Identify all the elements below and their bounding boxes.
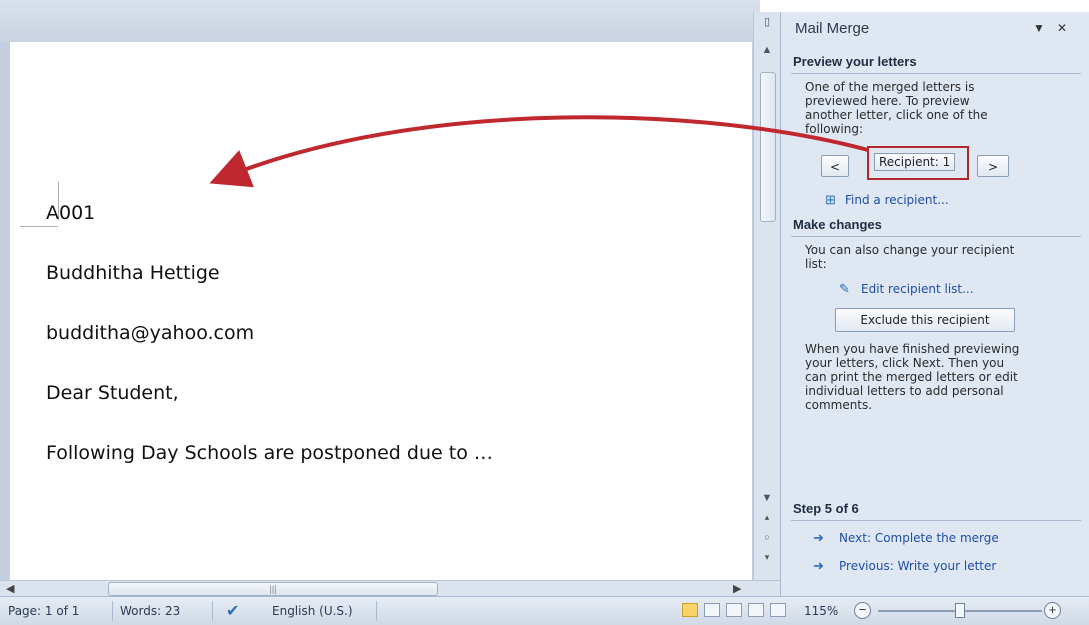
preview-text-line: One of the merged letters is — [805, 80, 975, 94]
word-count[interactable]: Words: 23 — [120, 604, 180, 618]
horizontal-scrollbar[interactable]: ◀ ||| ▶ — [0, 580, 780, 597]
changes-text-line: You can also change your recipient — [805, 243, 1015, 257]
horizontal-scroll-thumb[interactable]: ||| — [108, 582, 438, 596]
recipient-indicator: Recipient: 1 — [874, 153, 956, 171]
draft-view-icon[interactable] — [770, 603, 786, 617]
page-count[interactable]: Page: 1 of 1 — [8, 604, 79, 618]
preview-text-line: following: — [805, 122, 863, 136]
divider — [791, 236, 1081, 237]
step-heading: Step 5 of 6 — [793, 501, 859, 516]
scroll-left-icon[interactable]: ◀ — [6, 582, 14, 595]
edit-recipient-list-link[interactable]: Edit recipient list... — [861, 282, 974, 296]
note-text-line: your letters, click Next. Then you — [805, 356, 1005, 370]
divider — [112, 601, 113, 621]
document-top-margin — [0, 0, 760, 42]
zoom-out-button[interactable]: − — [854, 602, 871, 619]
vertical-scrollbar[interactable]: ▯ ▲ ▼ ▴ ○ ▾ — [753, 12, 780, 580]
ruler-toggle-icon[interactable]: ▯ — [757, 14, 777, 30]
web-layout-icon[interactable] — [726, 603, 742, 617]
scroll-up-icon[interactable]: ▲ — [757, 42, 777, 58]
zoom-level[interactable]: 115% — [804, 604, 838, 618]
document-line-body: Following Day Schools are postponed due … — [46, 442, 493, 464]
next-recipient-button[interactable]: > — [977, 155, 1009, 177]
exclude-recipient-button[interactable]: Exclude this recipient — [835, 308, 1015, 332]
mail-merge-pane: Mail Merge ▼ ✕ Preview your letters One … — [780, 12, 1089, 596]
previous-step-link[interactable]: Previous: Write your letter — [839, 559, 996, 573]
divider — [212, 601, 213, 621]
full-screen-reading-icon[interactable] — [704, 603, 720, 617]
next-page-icon[interactable]: ▾ — [759, 552, 775, 564]
proofing-icon[interactable]: ✔ — [226, 601, 239, 620]
find-recipient-link[interactable]: Find a recipient... — [845, 193, 949, 207]
print-layout-icon[interactable] — [682, 603, 698, 617]
browse-object-icon[interactable]: ○ — [759, 532, 775, 544]
status-bar: Page: 1 of 1 Words: 23 ✔ English (U.S.) … — [0, 596, 1089, 625]
margin-marker — [20, 226, 58, 227]
zoom-in-button[interactable]: + — [1044, 602, 1061, 619]
changes-text-line: list: — [805, 257, 827, 271]
divider — [791, 520, 1081, 521]
document-area: A001 Buddhitha Hettige budditha@yahoo.co… — [0, 0, 760, 580]
find-recipient-icon: ⊞ — [825, 192, 836, 207]
scroll-right-icon[interactable]: ▶ — [733, 582, 741, 595]
note-text-line: individual letters to add personal — [805, 384, 1004, 398]
language-indicator[interactable]: English (U.S.) — [272, 604, 353, 618]
document-line-id: A001 — [46, 202, 96, 224]
preview-heading: Preview your letters — [793, 54, 917, 69]
document-line-greeting: Dear Student, — [46, 382, 179, 404]
previous-recipient-button[interactable]: < — [821, 155, 849, 177]
pane-title: Mail Merge — [795, 20, 870, 37]
next-step-link[interactable]: Next: Complete the merge — [839, 531, 999, 545]
scroll-down-icon[interactable]: ▼ — [757, 490, 777, 506]
arrow-right-icon: ➜ — [813, 530, 824, 545]
edit-list-icon: ✎ — [839, 281, 850, 296]
divider — [376, 601, 377, 621]
preview-text-line: another letter, click one of the — [805, 108, 988, 122]
vertical-scroll-thumb[interactable] — [760, 72, 776, 222]
pane-menu-icon[interactable]: ▼ — [1033, 21, 1045, 35]
outline-view-icon[interactable] — [748, 603, 764, 617]
note-text-line: comments. — [805, 398, 873, 412]
note-text-line: When you have finished previewing — [805, 342, 1020, 356]
document-page[interactable]: A001 Buddhitha Hettige budditha@yahoo.co… — [10, 42, 752, 580]
close-icon[interactable]: ✕ — [1057, 21, 1067, 35]
document-line-email: budditha@yahoo.com — [46, 322, 255, 344]
previous-page-icon[interactable]: ▴ — [759, 512, 775, 524]
note-text-line: can print the merged letters or edit — [805, 370, 1018, 384]
arrow-left-icon: ➜ — [813, 558, 824, 573]
preview-text-line: previewed here. To preview — [805, 94, 970, 108]
make-changes-heading: Make changes — [793, 217, 882, 232]
zoom-slider-knob[interactable] — [955, 603, 965, 618]
divider — [791, 73, 1081, 74]
document-line-name: Buddhitha Hettige — [46, 262, 220, 284]
